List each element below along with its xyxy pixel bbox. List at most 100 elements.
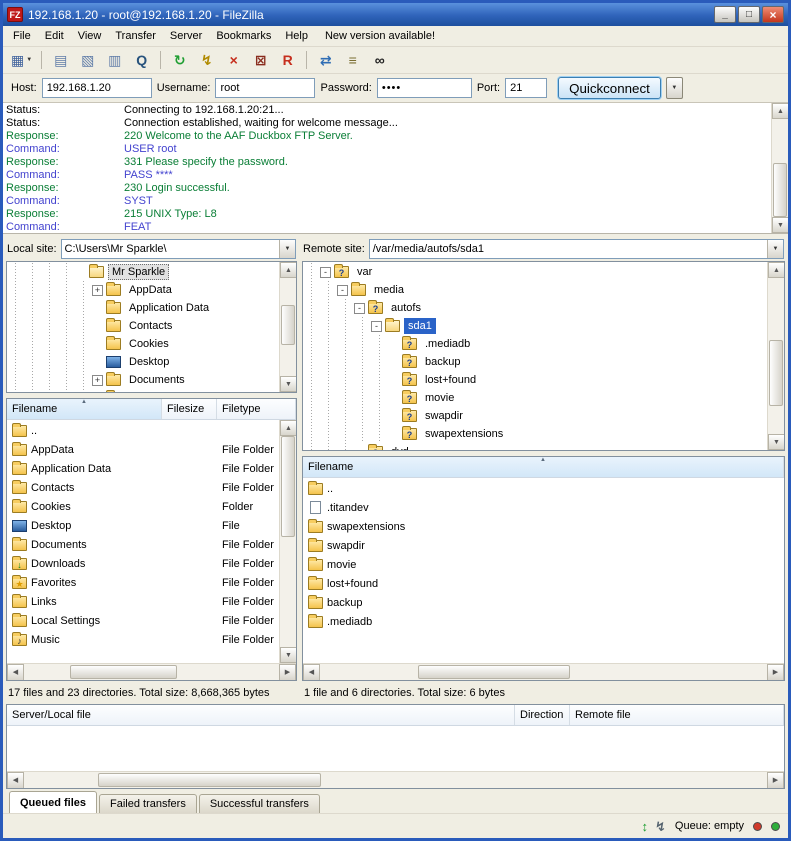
close-button[interactable]: × (762, 6, 784, 23)
file-row-music[interactable]: MusicFile Folder (7, 630, 279, 649)
scroll-down-button[interactable] (768, 434, 785, 450)
tree-expander[interactable]: - (320, 267, 331, 278)
tree-item-mr-sparkle[interactable]: Mr Sparkle (7, 263, 279, 281)
file-row-mediadb[interactable]: .mediadb (303, 612, 784, 631)
message-log-button[interactable]: ▤ (48, 49, 73, 71)
menu-view[interactable]: View (71, 27, 109, 45)
tree-expander[interactable]: - (337, 285, 348, 296)
title-bar[interactable]: FZ 192.168.1.20 - root@192.168.1.20 - Fi… (3, 3, 788, 26)
scrollbar-track[interactable] (24, 664, 279, 680)
tree-item-var[interactable]: -var (303, 263, 767, 281)
file-row-swapextensions[interactable]: swapextensions (303, 517, 784, 536)
column-header-server-local-file[interactable]: Server/Local file (7, 705, 515, 725)
tree-item-appdata[interactable]: +AppData (7, 281, 279, 299)
scrollbar-track[interactable] (768, 278, 784, 434)
scrollbar-track[interactable] (24, 772, 767, 788)
scrollbar-thumb[interactable] (70, 665, 177, 679)
scroll-right-button[interactable] (767, 664, 784, 681)
scroll-left-button[interactable] (303, 664, 320, 681)
menu-edit[interactable]: Edit (38, 27, 71, 45)
scrollbar-thumb[interactable] (769, 340, 783, 406)
scroll-left-button[interactable] (7, 772, 24, 789)
process-queue-button[interactable]: ↯ (194, 49, 219, 71)
menu-bookmarks[interactable]: Bookmarks (209, 27, 278, 45)
find-button[interactable]: ∞ (367, 49, 392, 71)
scrollbar-thumb[interactable] (773, 163, 787, 217)
tree-item-swapdir[interactable]: swapdir (303, 407, 767, 425)
column-header-filename[interactable]: Filename (303, 457, 784, 477)
file-row-up[interactable]: .. (7, 421, 279, 440)
column-header-filename[interactable]: Filename (7, 399, 162, 419)
compare-button[interactable]: ⇄ (313, 49, 338, 71)
file-row-application-data[interactable]: Application DataFile Folder (7, 459, 279, 478)
tab-successful-transfers[interactable]: Successful transfers (199, 794, 320, 813)
scroll-down-button[interactable] (772, 217, 788, 233)
queue-hscrollbar[interactable] (7, 771, 784, 788)
scrollbar-thumb[interactable] (418, 665, 570, 679)
minimize-button[interactable]: _ (714, 6, 736, 23)
tree-expander[interactable]: + (92, 285, 103, 296)
scroll-down-button[interactable] (280, 376, 297, 392)
local-list-hscrollbar[interactable] (7, 663, 296, 680)
file-row-up[interactable]: .. (303, 479, 784, 498)
scroll-down-button[interactable] (280, 647, 297, 663)
password-input[interactable] (377, 78, 472, 98)
file-row-desktop[interactable]: DesktopFile (7, 516, 279, 535)
menu-file[interactable]: File (6, 27, 38, 45)
scroll-right-button[interactable] (279, 664, 296, 681)
local-site-combo[interactable]: C:\Users\Mr Sparkle\ (61, 239, 296, 259)
remote-site-combo[interactable]: /var/media/autofs/sda1 (369, 239, 784, 259)
tree-item-documents[interactable]: +Documents (7, 371, 279, 389)
tree-expander[interactable]: - (354, 303, 365, 314)
file-row-links[interactable]: LinksFile Folder (7, 592, 279, 611)
file-row-local-settings[interactable]: Local SettingsFile Folder (7, 611, 279, 630)
tree-item-cookies[interactable]: Cookies (7, 335, 279, 353)
scroll-up-button[interactable] (280, 262, 297, 278)
tree-expander[interactable]: - (371, 321, 382, 332)
tree-item-mediadb[interactable]: .mediadb (303, 335, 767, 353)
scrollbar-thumb[interactable] (98, 773, 321, 787)
sync-browse-button[interactable]: ≡ (340, 49, 365, 71)
reconnect-button[interactable]: R (275, 49, 300, 71)
dropdown-arrow-icon[interactable]: ▼ (26, 57, 32, 63)
local-tree-scrollbar[interactable] (279, 262, 296, 392)
port-input[interactable] (505, 78, 547, 98)
file-row-contacts[interactable]: ContactsFile Folder (7, 478, 279, 497)
column-header-filetype[interactable]: Filetype (217, 399, 296, 419)
tree-item-backup[interactable]: backup (303, 353, 767, 371)
file-row-favorites[interactable]: FavoritesFile Folder (7, 573, 279, 592)
cancel-button[interactable]: × (221, 49, 246, 71)
scrollbar-thumb[interactable] (281, 436, 295, 537)
remote-tree-button[interactable]: ▥ (102, 49, 127, 71)
queue-body[interactable] (7, 726, 784, 771)
tree-expander[interactable]: + (92, 375, 103, 386)
column-header-filesize[interactable]: Filesize (162, 399, 217, 419)
tree-item-dvd[interactable]: dvd (303, 443, 767, 450)
local-list-scrollbar[interactable] (279, 420, 296, 663)
new-version-notice[interactable]: New version available! (325, 30, 435, 42)
scrollbar-thumb[interactable] (281, 305, 295, 344)
scrollbar-track[interactable] (772, 119, 788, 217)
tree-item-media[interactable]: -media (303, 281, 767, 299)
tree-item-swapextensions[interactable]: swapextensions (303, 425, 767, 443)
tree-item-autofs[interactable]: -autofs (303, 299, 767, 317)
local-tree-button[interactable]: ▧ (75, 49, 100, 71)
file-row-swapdir[interactable]: swapdir (303, 536, 784, 555)
maximize-button[interactable]: □ (738, 6, 760, 23)
file-row-appdata[interactable]: AppDataFile Folder (7, 440, 279, 459)
tree-item-downloads[interactable]: +Downloads (7, 389, 279, 392)
refresh-button[interactable]: ↻ (167, 49, 192, 71)
speed-limits-icon[interactable]: ↕ (642, 820, 649, 833)
file-row-downloads[interactable]: DownloadsFile Folder (7, 554, 279, 573)
menu-server[interactable]: Server (163, 27, 209, 45)
scrollbar-track[interactable] (280, 436, 296, 647)
scrollbar-track[interactable] (320, 664, 767, 680)
column-header-direction[interactable]: Direction (515, 705, 570, 725)
remote-list-hscrollbar[interactable] (303, 663, 784, 680)
tree-item-application-data[interactable]: Application Data (7, 299, 279, 317)
quickconnect-button[interactable]: Quickconnect (558, 77, 661, 99)
column-header-remote-file[interactable]: Remote file (570, 705, 784, 725)
username-input[interactable] (215, 78, 315, 98)
socket-activity-icon[interactable]: ↯ (655, 820, 666, 833)
scroll-up-button[interactable] (280, 420, 297, 436)
